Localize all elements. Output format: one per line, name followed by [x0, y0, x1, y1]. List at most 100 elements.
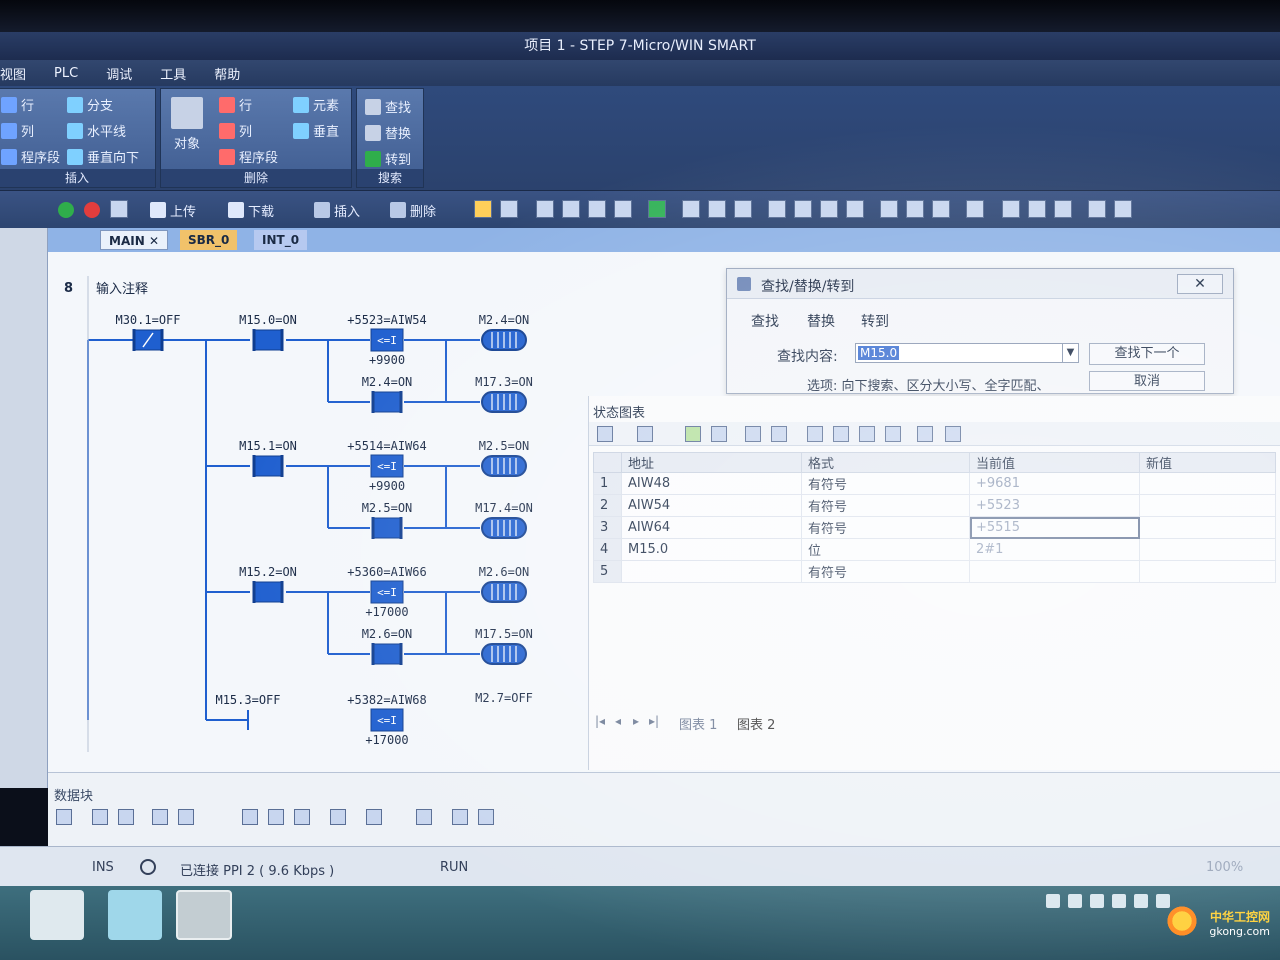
table-row[interactable]: 5 有符号 — [593, 560, 1276, 583]
add-icon[interactable] — [597, 426, 613, 442]
format-cell[interactable]: 位 — [801, 538, 970, 561]
line-up-tool-icon[interactable] — [820, 200, 838, 218]
key-icon[interactable] — [452, 809, 468, 825]
insert-hline-button[interactable]: 水平线 — [67, 121, 126, 140]
format-cell[interactable]: 有符号 — [801, 516, 970, 539]
run-button[interactable] — [58, 201, 78, 219]
menu-tools[interactable]: 工具 — [146, 64, 200, 83]
address-cell[interactable]: AIW48 — [621, 472, 802, 495]
zoom-level[interactable]: 100% — [1206, 860, 1243, 875]
compile-icon[interactable] — [56, 809, 72, 825]
program-status-icon[interactable] — [474, 200, 492, 218]
lock-icon[interactable] — [807, 426, 823, 442]
step7-app-icon[interactable] — [176, 890, 232, 940]
start-app-icon[interactable] — [30, 890, 84, 940]
coil[interactable]: M2.7=OFF — [475, 691, 533, 705]
format-cell[interactable]: 有符号 — [801, 472, 970, 495]
copy-icon[interactable] — [152, 809, 168, 825]
insert-network-button[interactable]: 程序段 — [1, 147, 60, 166]
delete-network-button[interactable]: 程序段 — [219, 147, 278, 166]
contact[interactable]: M2.5=ON — [362, 501, 413, 539]
last-sheet-icon[interactable]: ▸| — [649, 714, 659, 728]
table-row[interactable]: 2 AIW54 有符号 +5523 — [593, 494, 1276, 517]
tray-icon[interactable] — [1090, 894, 1104, 908]
find-input[interactable]: M15.0 ▼ — [855, 343, 1079, 363]
coil[interactable]: M17.4=ON — [475, 501, 533, 539]
toolbar-tool-icon[interactable] — [614, 200, 632, 218]
redo-icon[interactable] — [268, 809, 284, 825]
insert-column-button[interactable]: 列 — [1, 121, 34, 140]
sheet-tab-chart1[interactable]: 图表 1 — [679, 714, 717, 733]
tab-main[interactable]: MAIN ✕ — [100, 230, 168, 250]
find-button[interactable]: 查找 — [365, 97, 411, 116]
compile-icon[interactable] — [110, 200, 128, 218]
chevron-up-icon[interactable] — [1112, 894, 1126, 908]
insert-vline-button[interactable]: 垂直向下 — [67, 147, 139, 166]
network-icon[interactable] — [1156, 894, 1170, 908]
paste-icon[interactable] — [178, 809, 194, 825]
format-cell[interactable]: 有符号 — [801, 560, 970, 583]
lock-icon[interactable] — [734, 200, 752, 218]
insert-row-button[interactable]: 行 — [1, 95, 34, 114]
address-cell[interactable]: M15.0 — [621, 538, 802, 561]
lock-icon[interactable] — [708, 200, 726, 218]
delete-vertical-button[interactable]: 垂直 — [293, 121, 339, 140]
toolbar-tool-icon[interactable] — [416, 809, 432, 825]
toolbar-tool-icon[interactable] — [648, 200, 666, 218]
delete-element-button[interactable]: 元素 — [293, 95, 339, 114]
close-button[interactable]: ✕ — [1177, 274, 1223, 294]
lock-icon[interactable] — [833, 426, 849, 442]
toolbar-tool-icon[interactable] — [588, 200, 606, 218]
contact[interactable]: M2.6=ON — [362, 627, 413, 665]
delete-object-button[interactable]: 对象 — [171, 97, 203, 152]
format-cell[interactable]: 有符号 — [801, 494, 970, 517]
coil[interactable]: M2.5=ON — [479, 439, 530, 477]
new-value-cell[interactable] — [1139, 538, 1276, 561]
export-icon[interactable] — [330, 809, 346, 825]
cancel-button[interactable]: 取消 — [1089, 371, 1205, 391]
stop-button[interactable] — [84, 201, 104, 219]
chart-status-icon[interactable] — [500, 200, 518, 218]
coil[interactable]: M2.6=ON — [479, 565, 530, 603]
toolbar-delete-button[interactable]: 删除 — [390, 201, 436, 220]
new-value-cell[interactable] — [1139, 560, 1276, 583]
download-icon[interactable] — [118, 809, 134, 825]
flag-icon[interactable] — [1134, 894, 1148, 908]
insert-branch-button[interactable]: 分支 — [67, 95, 113, 114]
sheet-tab-chart2[interactable]: 图表 2 — [737, 714, 775, 733]
toolbar-tool-icon[interactable] — [1114, 200, 1132, 218]
help-icon[interactable] — [1068, 894, 1082, 908]
contact[interactable]: M15.0=ON — [239, 313, 297, 351]
toolbar-tool-icon[interactable] — [1088, 200, 1106, 218]
lock-icon[interactable] — [885, 426, 901, 442]
line-down-tool-icon[interactable] — [794, 200, 812, 218]
goto-button[interactable]: 转到 — [365, 149, 411, 168]
tab-find[interactable]: 查找 — [751, 311, 779, 331]
toolbar-insert-button[interactable]: 插入 — [314, 201, 360, 220]
upload-icon[interactable] — [92, 809, 108, 825]
new-value-cell[interactable] — [1139, 516, 1276, 539]
upload-button[interactable]: 上传 — [150, 201, 196, 220]
menu-help[interactable]: 帮助 — [200, 64, 254, 83]
address-cell[interactable]: AIW64 — [621, 516, 802, 539]
new-value-cell[interactable] — [1139, 494, 1276, 517]
table-row[interactable]: 4 M15.0 位 2#1 — [593, 538, 1276, 561]
tab-sbr0[interactable]: SBR_0 — [180, 230, 238, 250]
prev-sheet-icon[interactable]: ◂ — [615, 714, 621, 728]
cloud-app-icon[interactable] — [108, 890, 162, 940]
monitor-icon[interactable] — [685, 426, 701, 442]
coil[interactable]: M17.3=ON — [475, 375, 533, 413]
tab-goto[interactable]: 转到 — [861, 311, 889, 331]
coil[interactable]: M17.5=ON — [475, 627, 533, 665]
trend-icon[interactable] — [917, 426, 933, 442]
delete-icon[interactable] — [294, 809, 310, 825]
lock-icon[interactable] — [859, 426, 875, 442]
menu-view[interactable]: 视图 — [0, 64, 40, 83]
address-cell[interactable] — [621, 560, 802, 583]
box-tool-icon[interactable] — [932, 200, 950, 218]
contact[interactable]: M30.1=OFF — [115, 313, 181, 351]
contact-tool-icon[interactable] — [880, 200, 898, 218]
close-icon[interactable]: ✕ — [149, 234, 159, 248]
tray-icon[interactable] — [1046, 894, 1060, 908]
menu-plc[interactable]: PLC — [40, 66, 92, 81]
